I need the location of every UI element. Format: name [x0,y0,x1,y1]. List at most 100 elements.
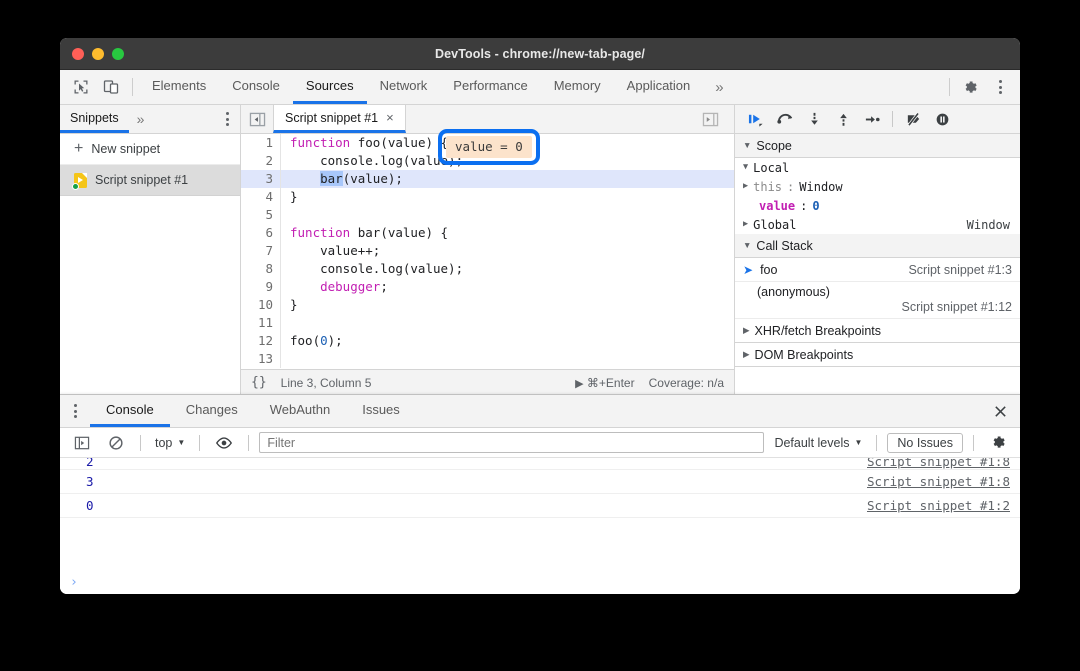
maximize-window-button[interactable] [112,47,124,60]
scope-group-label: Global [753,217,797,232]
pause-on-exceptions-button[interactable] [929,107,955,131]
line-number[interactable]: 12 [241,332,281,350]
drawer-tab-issues[interactable]: Issues [346,395,416,427]
scope-property-value[interactable]: value: 0 [735,196,1020,215]
call-stack-frame-foo[interactable]: ➤ foo Script snippet #1:3 [735,258,1020,282]
code-line[interactable]: 7 value++; [241,242,734,260]
tab-network[interactable]: Network [367,70,441,104]
step-out-of-current-function-button[interactable] [830,107,856,131]
code-line[interactable]: 6 function bar(value) { [241,224,734,242]
code-line[interactable]: 10} [241,296,734,314]
drawer-tab-changes[interactable]: Changes [170,395,254,427]
line-number[interactable]: 9 [241,278,281,296]
editor-tab-script-snippet-1[interactable]: Script snippet #1 × [273,105,406,133]
console-message: 0 Script snippet #1:2 [60,494,1020,518]
more-tabs-icon[interactable]: » [703,70,735,104]
more-options-button[interactable] [986,73,1014,101]
line-number[interactable]: 11 [241,314,281,332]
issues-counter-button[interactable]: No Issues [887,432,963,453]
toggle-navigator-button[interactable] [241,105,273,133]
clear-console-button[interactable] [102,429,130,457]
console-filter-input[interactable] [259,432,765,453]
device-toolbar-icon[interactable] [102,78,120,96]
console-prompt[interactable]: › [60,570,1020,594]
console-message: 3 Script snippet #1:8 [60,470,1020,494]
resume-script-execution-button[interactable] [743,107,769,131]
toggle-console-sidebar-button[interactable] [68,429,96,457]
scope-group-label: Local [753,160,790,175]
console-message-source-link[interactable]: Script snippet #1:8 [867,474,1010,489]
code-line[interactable]: 8 console.log(value); [241,260,734,278]
code-line[interactable]: 11 [241,314,734,332]
scope-property-value-number: 0 [812,198,820,213]
line-number[interactable]: 5 [241,206,281,224]
scope-section-header[interactable]: ▼ Scope [735,134,1020,158]
line-number[interactable]: 1 [241,134,281,152]
scope-property-this[interactable]: ▶ this: Window [735,177,1020,196]
code-line[interactable]: 5 [241,206,734,224]
tab-label: Application [626,78,691,93]
deactivate-breakpoints-button[interactable] [900,107,926,131]
step-icon [865,115,880,123]
call-stack-frame-anonymous[interactable]: (anonymous) Script snippet #1:12 [735,282,1020,319]
step-over-next-function-call-button[interactable] [772,107,798,131]
deactivate-breakpoints-icon [907,112,919,126]
code-line[interactable]: 13 [241,350,734,368]
line-number[interactable]: 4 [241,188,281,206]
drawer-tab-webauthn[interactable]: WebAuthn [254,395,346,427]
code-line[interactable]: 4} [241,188,734,206]
close-tab-icon[interactable]: × [386,110,394,125]
console-settings-button[interactable] [984,429,1012,457]
scope-group-local[interactable]: ▼ Local [735,158,1020,177]
new-snippet-button[interactable]: + New snippet [60,134,240,165]
code-line-text: foo(0); [290,333,343,348]
xhr-fetch-breakpoints-header[interactable]: ▶ XHR/fetch Breakpoints [735,319,1020,343]
create-live-expression-button[interactable] [210,429,238,457]
drawer-tab-console[interactable]: Console [90,395,170,427]
snippet-item-script-snippet-1[interactable]: Script snippet #1 [60,165,240,196]
code-line-text: bar(value); [320,171,403,186]
code-line-text [281,350,290,368]
run-snippet-button[interactable]: ▶ ⌘+Enter [575,376,635,390]
close-window-button[interactable] [72,47,84,60]
line-number[interactable]: 13 [241,350,281,368]
close-drawer-button[interactable] [980,395,1020,427]
settings-button[interactable] [956,73,984,101]
code-line[interactable]: 9 debugger; [241,278,734,296]
tab-sources[interactable]: Sources [292,70,367,104]
line-number[interactable]: 10 [241,296,281,314]
code-line[interactable]: 12 foo(0); [241,332,734,350]
console-message-source-link[interactable]: Script snippet #1:8 [867,458,1010,469]
line-number[interactable]: 2 [241,152,281,170]
navigator-more-options-button[interactable] [214,105,240,133]
tab-application[interactable]: Application [614,70,704,104]
toggle-debugger-sidebar-button[interactable] [694,112,726,127]
call-stack-section-header[interactable]: ▼ Call Stack [735,234,1020,258]
drawer-more-options-button[interactable] [60,395,90,427]
step-button[interactable] [859,107,885,131]
dom-breakpoints-header[interactable]: ▶ DOM Breakpoints [735,343,1020,367]
tab-console[interactable]: Console [219,70,293,104]
tab-memory[interactable]: Memory [541,70,614,104]
console-log-levels-selector[interactable]: Default levels ▼ [770,436,866,450]
console-context-selector[interactable]: top ▼ [151,436,189,450]
pretty-print-button[interactable]: {} [251,375,267,390]
navigator-more-tabs-icon[interactable]: » [129,105,153,133]
line-number[interactable]: 3 [241,170,281,188]
console-message-source-link[interactable]: Script snippet #1:2 [867,498,1010,513]
line-number[interactable]: 7 [241,242,281,260]
tab-elements[interactable]: Elements [139,70,219,104]
scope-group-global[interactable]: ▶ Global Window [735,215,1020,234]
window-title: DevTools - chrome://new-tab-page/ [434,46,646,61]
code-line[interactable]: 3 bar(value); [241,170,734,188]
toolbar-divider-right [949,78,950,96]
close-icon [994,405,1006,417]
code-editor[interactable]: 1 function foo(value) {2 console.log(valu… [241,134,734,369]
minimize-window-button[interactable] [92,47,104,60]
inspect-element-icon[interactable] [72,78,90,96]
line-number[interactable]: 6 [241,224,281,242]
line-number[interactable]: 8 [241,260,281,278]
navigator-tab-snippets[interactable]: Snippets [60,105,129,133]
tab-performance[interactable]: Performance [440,70,540,104]
step-into-next-function-call-button[interactable] [801,107,827,131]
